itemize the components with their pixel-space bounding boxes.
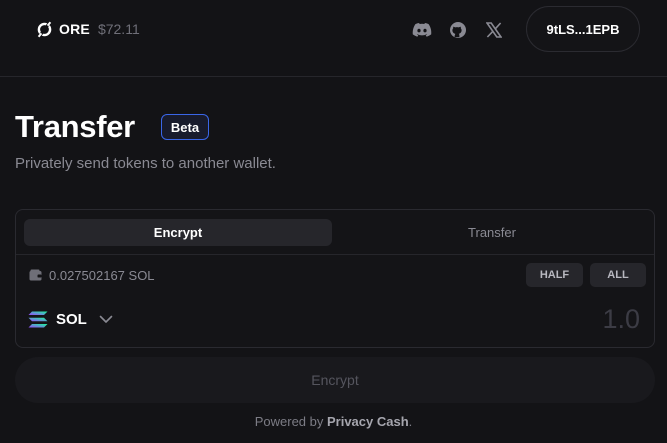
- brand-name: ORE: [59, 21, 90, 37]
- token-symbol: SOL: [56, 310, 87, 328]
- encrypt-button[interactable]: Encrypt: [15, 357, 655, 403]
- token-selector[interactable]: SOL: [28, 307, 113, 331]
- brand[interactable]: ORE $72.11: [36, 20, 140, 38]
- ore-logo-icon: [36, 21, 53, 38]
- half-button[interactable]: HALF: [526, 263, 583, 287]
- top-bar: ORE $72.11 9tLS...1EPB: [0, 0, 667, 77]
- balance-display: 0.027502167 SOL: [29, 267, 155, 283]
- all-button[interactable]: ALL: [590, 263, 646, 287]
- page-title: Transfer: [15, 109, 135, 144]
- x-icon[interactable]: [483, 19, 505, 41]
- amount-input[interactable]: [520, 302, 640, 336]
- page-subtitle: Privately send tokens to another wallet.: [15, 155, 276, 172]
- tab-encrypt[interactable]: Encrypt: [24, 219, 332, 246]
- tab-transfer[interactable]: Transfer: [338, 219, 646, 246]
- wallet-icon: [29, 269, 42, 281]
- transfer-card: Encrypt Transfer 0.027502167 SOL HALF AL…: [15, 209, 655, 348]
- discord-icon[interactable]: [411, 19, 433, 41]
- beta-badge: Beta: [161, 114, 209, 140]
- github-icon[interactable]: [447, 19, 469, 41]
- balance-value: 0.027502167 SOL: [49, 267, 155, 283]
- mode-tabs: Encrypt Transfer: [16, 210, 654, 255]
- solana-icon: [28, 311, 48, 328]
- footer-prefix: Powered by: [254, 414, 327, 429]
- brand-price: $72.11: [97, 21, 140, 37]
- chevron-down-icon: [99, 315, 113, 324]
- footer: Powered by Privacy Cash.: [0, 414, 667, 429]
- wallet-button[interactable]: 9tLS...1EPB: [526, 6, 640, 52]
- privacy-cash-link[interactable]: Privacy Cash: [327, 414, 409, 429]
- footer-suffix: .: [408, 414, 413, 429]
